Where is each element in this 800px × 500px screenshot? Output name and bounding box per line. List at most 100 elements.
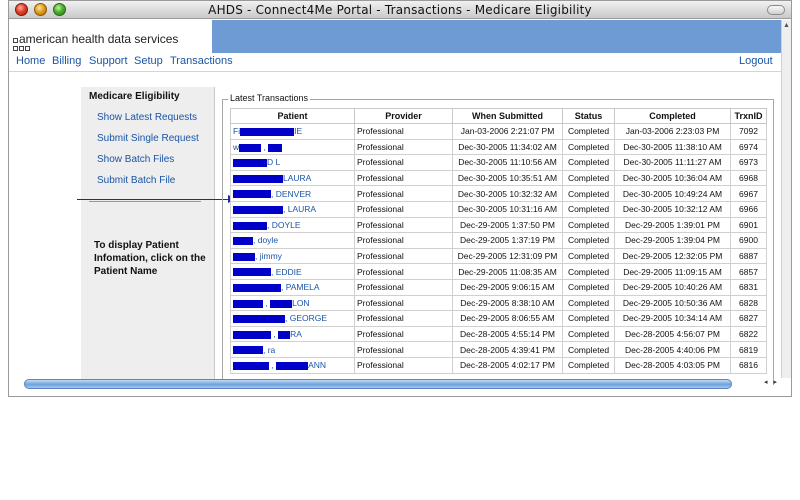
nav-home[interactable]: Home bbox=[16, 55, 45, 67]
cell-provider: Professional bbox=[354, 169, 453, 187]
sidebar: Medicare Eligibility Show Latest Request… bbox=[81, 87, 215, 379]
cell-patient[interactable]: , RA bbox=[230, 325, 355, 343]
col-completed[interactable]: Completed bbox=[614, 108, 731, 124]
patient-name-link[interactable]: , DENVER bbox=[233, 189, 311, 199]
patient-name-link[interactable]: , GEORGE bbox=[233, 313, 327, 323]
cell-completed: Dec-30-2005 10:32:12 AM bbox=[614, 200, 731, 218]
patient-name-link[interactable]: , jimmy bbox=[233, 251, 282, 261]
redaction-bar bbox=[276, 361, 309, 370]
cell-trxnid: 6816 bbox=[730, 356, 767, 374]
sidebar-link-show-batch[interactable]: Show Batch Files bbox=[97, 154, 174, 165]
cell-status: Completed bbox=[562, 325, 615, 343]
horizontal-scrollbar[interactable]: ◂ ▸ bbox=[23, 378, 781, 390]
patient-name-link[interactable]: , doyle bbox=[233, 235, 278, 245]
cell-patient[interactable]: , EDDIE bbox=[230, 263, 355, 280]
toolbar-toggle-icon[interactable] bbox=[767, 5, 785, 15]
cell-patient[interactable]: , GEORGE bbox=[230, 310, 355, 327]
redaction-bar bbox=[233, 330, 271, 339]
cell-when-submitted: Dec-30-2005 11:34:02 AM bbox=[452, 138, 563, 156]
col-trxnid[interactable]: TrxnID bbox=[730, 108, 767, 124]
table-row: , doyle Professional Dec-29-2005 1:37:19 P… bbox=[230, 232, 767, 249]
redaction-bar bbox=[233, 283, 281, 292]
cell-completed: Dec-28-2005 4:56:07 PM bbox=[614, 325, 731, 343]
sidebar-link-submit-single[interactable]: Submit Single Request bbox=[97, 133, 199, 144]
cell-patient[interactable]: , DOYLE bbox=[230, 216, 355, 234]
sidebar-link-submit-batch[interactable]: Submit Batch File bbox=[97, 175, 175, 186]
patient-name-suffix: D L bbox=[267, 157, 281, 168]
cell-patient[interactable]: , DENVER bbox=[230, 185, 355, 202]
cell-completed: Dec-29-2005 10:40:26 AM bbox=[614, 278, 731, 296]
nav-setup[interactable]: Setup bbox=[134, 55, 163, 67]
patient-name-suffix: LON bbox=[292, 297, 310, 308]
vertical-scrollbar[interactable]: ▲ bbox=[781, 20, 791, 378]
patient-name-suffix: , jimmy bbox=[255, 251, 282, 262]
cell-patient[interactable]: LAURA bbox=[230, 169, 355, 187]
col-when-submitted[interactable]: When Submitted bbox=[452, 108, 563, 124]
scroll-up-icon[interactable]: ▲ bbox=[783, 22, 790, 29]
patient-name-link[interactable]: w , bbox=[233, 142, 283, 152]
cell-completed: Jan-03-2006 2:23:03 PM bbox=[614, 123, 731, 140]
cell-status: Completed bbox=[562, 278, 615, 296]
cell-completed: Dec-29-2005 1:39:01 PM bbox=[614, 216, 731, 234]
patient-name-link[interactable]: , LAURA bbox=[233, 204, 316, 214]
logo-squares-icon bbox=[13, 46, 31, 52]
cell-provider: Professional bbox=[354, 325, 453, 343]
cell-when-submitted: Dec-29-2005 8:06:55 AM bbox=[452, 310, 563, 327]
cell-when-submitted: Dec-29-2005 9:06:15 AM bbox=[452, 278, 563, 296]
nav-divider bbox=[9, 71, 781, 72]
cell-patient[interactable]: Fi IE bbox=[230, 123, 355, 140]
callout-arrow bbox=[77, 199, 231, 200]
scrollbar-thumb[interactable] bbox=[24, 379, 732, 389]
patient-name-link[interactable]: , PAMELA bbox=[233, 282, 320, 292]
patient-name-link[interactable]: LAURA bbox=[233, 173, 311, 183]
cell-patient[interactable]: , jimmy bbox=[230, 247, 355, 265]
logout-link[interactable]: Logout bbox=[739, 55, 773, 67]
table-row: w , Professional Dec-30-2005 11:34:02 AM C… bbox=[230, 138, 767, 156]
table-row: , ra Professional Dec-28-2005 4:39:41 PM Co… bbox=[230, 341, 767, 358]
cell-patient[interactable]: , PAMELA bbox=[230, 278, 355, 296]
patient-name-link[interactable]: , RA bbox=[233, 329, 302, 339]
cell-provider: Professional bbox=[354, 356, 453, 374]
patient-name-link[interactable]: , EDDIE bbox=[233, 267, 302, 277]
table-row: , DENVER Professional Dec-30-2005 10:32:32… bbox=[230, 185, 767, 202]
cell-patient[interactable]: , doyle bbox=[230, 232, 355, 249]
nav-billing[interactable]: Billing bbox=[52, 55, 81, 67]
cell-completed: Dec-29-2005 10:34:14 AM bbox=[614, 310, 731, 327]
patient-name-link[interactable]: , ANN bbox=[233, 360, 326, 370]
cell-patient[interactable]: , LAURA bbox=[230, 200, 355, 218]
patient-name-link[interactable]: , DOYLE bbox=[233, 220, 301, 230]
patient-name-link[interactable]: , LON bbox=[233, 298, 310, 308]
redaction-bar bbox=[233, 174, 283, 183]
redaction-bar bbox=[233, 346, 263, 355]
scroll-arrows-icon[interactable]: ◂ ▸ bbox=[764, 378, 779, 386]
col-provider[interactable]: Provider bbox=[354, 108, 453, 124]
table-row: , LAURA Professional Dec-30-2005 10:31:16 … bbox=[230, 200, 767, 218]
cell-patient[interactable]: D L bbox=[230, 154, 355, 171]
title-bar[interactable]: AHDS - Connect4Me Portal - Transactions … bbox=[9, 1, 791, 19]
cell-trxnid: 6974 bbox=[730, 138, 767, 156]
cell-provider: Professional bbox=[354, 341, 453, 358]
cell-when-submitted: Dec-29-2005 1:37:50 PM bbox=[452, 216, 563, 234]
cell-completed: Dec-28-2005 4:40:06 PM bbox=[614, 341, 731, 358]
patient-name-link[interactable]: Fi IE bbox=[233, 126, 302, 136]
cell-status: Completed bbox=[562, 232, 615, 249]
cell-patient[interactable]: , ANN bbox=[230, 356, 355, 374]
redaction-bar bbox=[233, 252, 255, 261]
col-status[interactable]: Status bbox=[562, 108, 615, 124]
patient-name-suffix: LAURA bbox=[283, 173, 312, 184]
nav-support[interactable]: Support bbox=[89, 55, 128, 67]
cell-patient[interactable]: w , bbox=[230, 138, 355, 156]
nav-transactions[interactable]: Transactions bbox=[170, 55, 233, 67]
patient-name-link[interactable]: , ra bbox=[233, 345, 275, 355]
cell-patient[interactable]: , ra bbox=[230, 341, 355, 358]
cell-when-submitted: Dec-30-2005 10:31:16 AM bbox=[452, 200, 563, 218]
patient-name-link[interactable]: D L bbox=[233, 157, 280, 167]
cell-provider: Professional bbox=[354, 232, 453, 249]
cell-provider: Professional bbox=[354, 200, 453, 218]
table-row: D L Professional Dec-30-2005 11:10:56 AM Co… bbox=[230, 154, 767, 171]
cell-status: Completed bbox=[562, 216, 615, 234]
cell-provider: Professional bbox=[354, 123, 453, 140]
cell-patient[interactable]: , LON bbox=[230, 294, 355, 312]
sidebar-link-show-latest[interactable]: Show Latest Requests bbox=[97, 112, 197, 123]
col-patient[interactable]: Patient bbox=[230, 108, 355, 124]
